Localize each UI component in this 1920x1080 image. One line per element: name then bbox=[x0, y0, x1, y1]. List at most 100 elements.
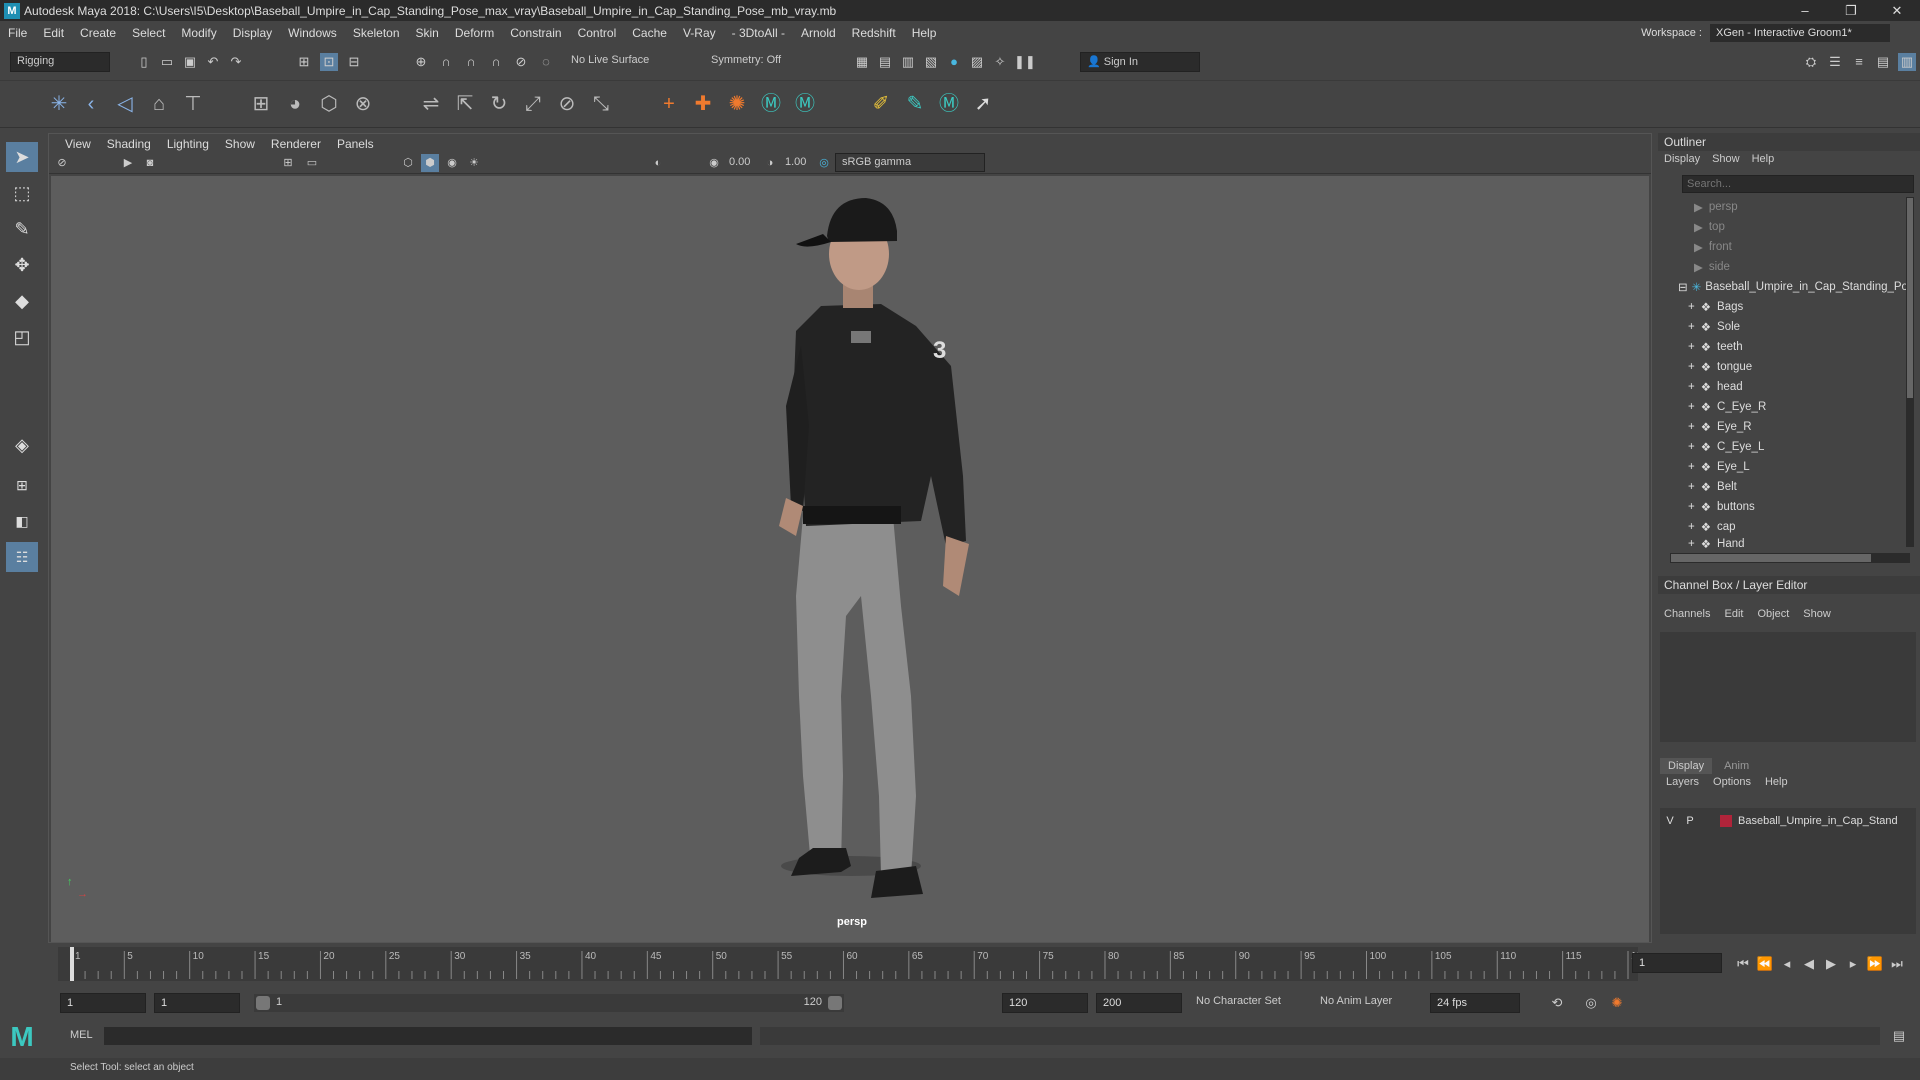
layer-row[interactable]: V P Baseball_Umpire_in_Cap_Stand bbox=[1660, 812, 1916, 830]
close-icon[interactable]: ✕ bbox=[1874, 3, 1920, 19]
expand-icon[interactable]: + bbox=[1688, 481, 1695, 493]
play-backwards-icon[interactable]: ◀ bbox=[1800, 955, 1818, 973]
outliner-root-node[interactable]: ⊟ ✳ Baseball_Umpire_in_Cap_Standing_Po bbox=[1658, 277, 1916, 297]
textured-icon[interactable]: ◉ bbox=[443, 154, 461, 172]
colorspace-dropdown[interactable]: sRGB gamma bbox=[835, 153, 985, 172]
modeling-toolkit-icon[interactable]: ⛭ bbox=[1802, 53, 1820, 71]
layers-menu-layers[interactable]: Layers bbox=[1666, 776, 1699, 788]
mirror-joint-icon[interactable]: ⌂ bbox=[146, 90, 172, 118]
select-object-icon[interactable]: ⊡ bbox=[320, 53, 338, 71]
outliner-camera-side[interactable]: ▶ side bbox=[1658, 257, 1898, 277]
skin-weights-icon[interactable]: ✐ bbox=[868, 90, 894, 118]
xray-icon[interactable]: ◐ bbox=[649, 154, 667, 172]
two-view-icon[interactable]: ◧ bbox=[6, 506, 38, 536]
menu-windows[interactable]: Windows bbox=[280, 26, 345, 40]
menu-constrain[interactable]: Constrain bbox=[502, 26, 569, 40]
animation-end-field[interactable]: 200 bbox=[1096, 993, 1182, 1013]
mel-label[interactable]: MEL bbox=[70, 1029, 93, 1041]
step-forward-frame-icon[interactable]: ▸ bbox=[1844, 955, 1862, 973]
time-ruler[interactable]: 1 5 10 15 20 25 30 35 40 45 50 55 60 65 70 75 80 85 90 95 10… bbox=[58, 945, 1638, 983]
lasso-tool-icon[interactable]: ⬚ bbox=[6, 178, 38, 208]
grid-icon[interactable]: ⊞ bbox=[279, 154, 297, 172]
anim-prefs-icon[interactable]: ✺ bbox=[1608, 994, 1626, 1012]
script-editor-icon[interactable]: ▤ bbox=[1890, 1027, 1908, 1045]
outliner-camera-persp[interactable]: ▶ persp bbox=[1658, 197, 1898, 217]
character-controls-icon[interactable]: Ⓜ bbox=[792, 90, 818, 118]
snap-curve-icon[interactable]: ∩ bbox=[437, 53, 455, 71]
menu-arnold[interactable]: Arnold bbox=[793, 26, 844, 40]
vp-menu-panels[interactable]: Panels bbox=[329, 137, 382, 151]
expand-icon[interactable]: + bbox=[1688, 421, 1695, 433]
workspace-dropdown[interactable]: XGen - Interactive Groom1* bbox=[1710, 24, 1890, 42]
lights-icon[interactable]: ☀ bbox=[465, 154, 483, 172]
current-frame-field[interactable]: 1 bbox=[1632, 953, 1722, 973]
smooth-shade-icon[interactable]: ⬢ bbox=[421, 154, 439, 172]
camera-select-icon[interactable]: ⊘ bbox=[53, 154, 71, 172]
channels-menu-edit[interactable]: Edit bbox=[1724, 608, 1743, 620]
humanik-icon[interactable]: ✺ bbox=[724, 90, 750, 118]
character-model[interactable]: 3 bbox=[51, 176, 1649, 942]
outliner-item[interactable]: + ❖ C_Eye_R bbox=[1658, 397, 1898, 417]
pole-vector-icon[interactable]: ⤡ bbox=[588, 90, 614, 118]
scene-view[interactable]: 3 ↑ → persp bbox=[51, 176, 1649, 942]
animation-start-field[interactable]: 1 bbox=[60, 993, 146, 1013]
go-to-end-icon[interactable]: ⏭ bbox=[1888, 955, 1906, 973]
render-view-icon[interactable]: ▧ bbox=[922, 53, 940, 71]
light-editor-icon[interactable]: ✧ bbox=[991, 53, 1009, 71]
orient-constraint-icon[interactable]: ↻ bbox=[486, 90, 512, 118]
outliner-search-input[interactable] bbox=[1682, 175, 1914, 193]
menu-skin[interactable]: Skin bbox=[408, 26, 447, 40]
render-frame-icon[interactable]: ▤ bbox=[876, 53, 894, 71]
layer-name[interactable]: Baseball_Umpire_in_Cap_Stand bbox=[1738, 815, 1898, 827]
collapse-icon[interactable]: ⊟ bbox=[1678, 280, 1688, 294]
outliner-menu-show[interactable]: Show bbox=[1712, 153, 1740, 167]
rig-tool-icon[interactable]: Ⓜ bbox=[936, 90, 962, 118]
paint-tool-icon[interactable]: ✎ bbox=[902, 90, 928, 118]
expand-icon[interactable]: + bbox=[1688, 521, 1695, 533]
select-hierarchy-icon[interactable]: ⊞ bbox=[295, 53, 313, 71]
menu-cache[interactable]: Cache bbox=[624, 26, 675, 40]
render-settings-icon[interactable]: ▦ bbox=[853, 53, 871, 71]
outliner-item[interactable]: + ❖ Eye_R bbox=[1658, 417, 1898, 437]
channel-box-toggle-icon[interactable]: ▤ bbox=[1874, 53, 1892, 71]
expand-icon[interactable]: + bbox=[1688, 501, 1695, 513]
anim-layer-dropdown[interactable]: No Anim Layer bbox=[1320, 995, 1392, 1007]
outliner-item[interactable]: + ❖ C_Eye_L bbox=[1658, 437, 1898, 457]
current-time-indicator[interactable] bbox=[70, 947, 74, 981]
color-management-icon[interactable]: ◎ bbox=[815, 154, 833, 172]
vp-menu-shading[interactable]: Shading bbox=[99, 137, 159, 151]
outliner-item[interactable]: + ❖ head bbox=[1658, 377, 1898, 397]
playback-end-field[interactable]: 120 bbox=[1002, 993, 1088, 1013]
channels-menu-show[interactable]: Show bbox=[1803, 608, 1831, 620]
mode-dropdown[interactable]: Rigging bbox=[10, 52, 110, 72]
snap-view-icon[interactable]: ∩ bbox=[487, 53, 505, 71]
playback-start-field[interactable]: 1 bbox=[154, 993, 240, 1013]
expand-icon[interactable]: + bbox=[1688, 441, 1695, 453]
attribute-editor-icon[interactable]: ☰ bbox=[1826, 53, 1844, 71]
outliner-item[interactable]: + ❖ Belt bbox=[1658, 477, 1898, 497]
auto-key-icon[interactable]: ◎ bbox=[1582, 994, 1600, 1012]
bookmark-icon[interactable]: ▶ bbox=[119, 154, 137, 172]
new-scene-icon[interactable]: ▯ bbox=[135, 53, 153, 71]
expand-icon[interactable]: + bbox=[1688, 301, 1695, 313]
range-slider-end-handle[interactable] bbox=[828, 996, 842, 1010]
quick-rig-icon[interactable]: Ⓜ bbox=[758, 90, 784, 118]
render-setup-icon[interactable]: ▨ bbox=[968, 53, 986, 71]
outliner-item[interactable]: + ❖ Eye_L bbox=[1658, 457, 1898, 477]
outliner-toggle-icon[interactable]: ▥ bbox=[1898, 53, 1916, 71]
ik-spline-icon[interactable]: ◁ bbox=[112, 90, 138, 118]
expand-icon[interactable]: + bbox=[1688, 341, 1695, 353]
aim-constraint-icon[interactable]: ⊘ bbox=[554, 90, 580, 118]
outliner-item[interactable]: + ❖ Bags bbox=[1658, 297, 1898, 317]
outliner-vscrollbar[interactable] bbox=[1906, 197, 1914, 547]
bind-skin-icon[interactable]: ⊞ bbox=[248, 90, 274, 118]
ik-handle-icon[interactable]: ‹ bbox=[78, 90, 104, 118]
live-surface-field[interactable]: No Live Surface bbox=[565, 52, 665, 72]
channels-menu-object[interactable]: Object bbox=[1757, 608, 1789, 620]
outliner-menu-display[interactable]: Display bbox=[1664, 153, 1700, 167]
snap-point-icon[interactable]: ∩ bbox=[462, 53, 480, 71]
time-slider[interactable]: 1 5 10 15 20 25 30 35 40 45 50 55 60 65 70 75 80 85 90 95 10… bbox=[48, 945, 1920, 983]
expand-icon[interactable]: + bbox=[1688, 361, 1695, 373]
play-forwards-icon[interactable]: ▶ bbox=[1822, 955, 1840, 973]
menu-deform[interactable]: Deform bbox=[447, 26, 502, 40]
